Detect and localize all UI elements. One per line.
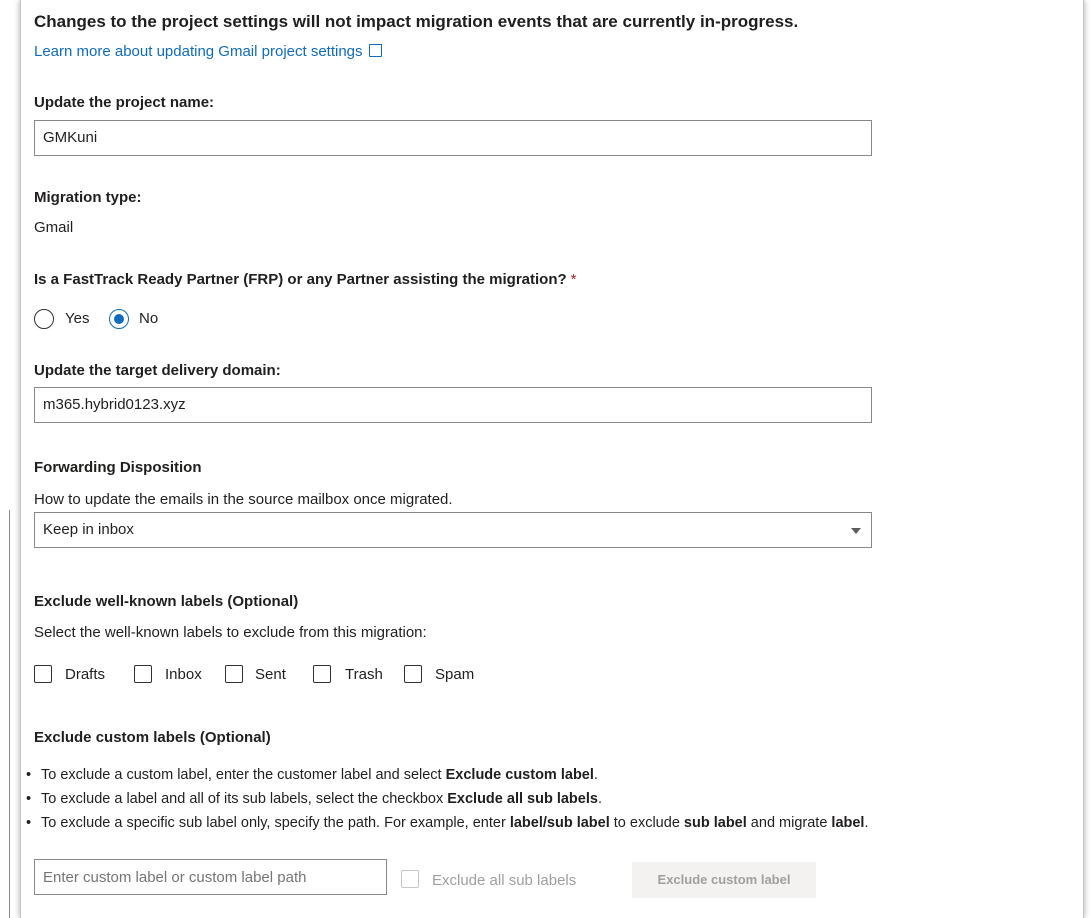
trash-checkbox[interactable] bbox=[313, 665, 331, 683]
instruction-text: . bbox=[597, 791, 602, 807]
partner-no-radio[interactable] bbox=[109, 309, 129, 329]
partner-question: Is a FastTrack Ready Partner (FRP) or an… bbox=[34, 271, 577, 288]
forwarding-description: How to update the emails in the source m… bbox=[34, 491, 453, 508]
instruction-text: . bbox=[864, 815, 869, 831]
instruction-bold: label/sub label bbox=[509, 815, 610, 831]
custom-instruction-1: To exclude a custom label, enter the cus… bbox=[26, 767, 598, 783]
partner-no-label[interactable]: No bbox=[139, 310, 158, 327]
forwarding-selected-value: Keep in inbox bbox=[43, 521, 134, 538]
spam-checkbox[interactable] bbox=[404, 665, 422, 683]
chevron-down-icon bbox=[851, 528, 861, 534]
sent-checkbox[interactable] bbox=[225, 665, 243, 683]
partner-yes-radio[interactable] bbox=[34, 309, 54, 329]
project-name-input[interactable]: GMKuni bbox=[34, 120, 872, 156]
exclude-custom-label-button[interactable]: Exclude custom label bbox=[632, 862, 816, 898]
migration-type-label: Migration type: bbox=[34, 189, 142, 206]
background-window-edge bbox=[9, 510, 10, 918]
instruction-text: and migrate bbox=[746, 815, 832, 831]
sent-checkbox-label[interactable]: Sent bbox=[255, 666, 286, 683]
exclude-sub-labels-label[interactable]: Exclude all sub labels bbox=[432, 872, 576, 889]
instruction-text: to exclude bbox=[609, 815, 684, 831]
custom-instruction-3: To exclude a specific sub label only, sp… bbox=[26, 815, 869, 831]
custom-label-input[interactable] bbox=[34, 859, 387, 895]
required-asterisk: * bbox=[570, 271, 577, 288]
instruction-text: . bbox=[593, 767, 598, 783]
partner-yes-label[interactable]: Yes bbox=[65, 310, 89, 327]
trash-checkbox-label[interactable]: Trash bbox=[345, 666, 383, 683]
learn-more-text: Learn more about updating Gmail project … bbox=[34, 43, 363, 60]
gmail-project-settings-panel: Changes to the project settings will not… bbox=[20, 0, 1084, 918]
custom-labels-label: Exclude custom labels (Optional) bbox=[34, 729, 271, 746]
drafts-checkbox-label[interactable]: Drafts bbox=[65, 666, 105, 683]
forwarding-dropdown[interactable]: Keep in inbox bbox=[34, 512, 872, 548]
delivery-domain-label: Update the target delivery domain: bbox=[34, 362, 281, 379]
well-known-label: Exclude well-known labels (Optional) bbox=[34, 593, 299, 610]
partner-question-text: Is a FastTrack Ready Partner (FRP) or an… bbox=[34, 271, 567, 288]
instruction-text: To exclude a label and all of its sub la… bbox=[41, 791, 448, 807]
exclude-sub-labels-checkbox[interactable] bbox=[401, 870, 419, 888]
migration-type-value: Gmail bbox=[34, 219, 74, 236]
well-known-description: Select the well-known labels to exclude … bbox=[34, 624, 427, 641]
settings-notice: Changes to the project settings will not… bbox=[34, 12, 799, 31]
delivery-domain-input[interactable]: m365.hybrid0123.xyz bbox=[34, 387, 872, 423]
forwarding-label: Forwarding Disposition bbox=[34, 459, 202, 476]
spam-checkbox-label[interactable]: Spam bbox=[435, 666, 474, 683]
external-link-icon bbox=[368, 44, 382, 57]
instruction-text: To exclude a specific sub label only, sp… bbox=[41, 815, 510, 831]
instruction-bold: label bbox=[831, 815, 865, 831]
drafts-checkbox[interactable] bbox=[34, 665, 52, 683]
inbox-checkbox[interactable] bbox=[134, 665, 152, 683]
custom-instruction-2: To exclude a label and all of its sub la… bbox=[26, 791, 602, 807]
learn-more-link[interactable]: Learn more about updating Gmail project … bbox=[34, 43, 382, 60]
project-name-label: Update the project name: bbox=[34, 94, 215, 111]
instruction-bold: Exclude custom label bbox=[445, 767, 594, 783]
instruction-text: To exclude a custom label, enter the cus… bbox=[41, 767, 446, 783]
instruction-bold: sub label bbox=[683, 815, 747, 831]
inbox-checkbox-label[interactable]: Inbox bbox=[165, 666, 202, 683]
instruction-bold: Exclude all sub labels bbox=[447, 791, 598, 807]
